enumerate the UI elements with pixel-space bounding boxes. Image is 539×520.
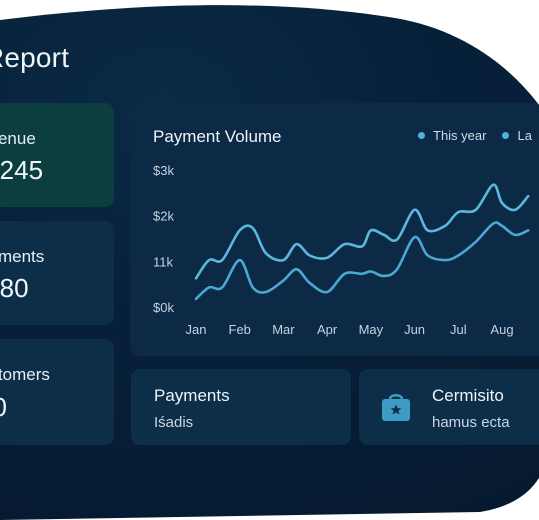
payment-volume-panel: Payment Volume This year La $3k $2k 11k $0k… — [130, 103, 539, 356]
x-tick-label: May — [359, 322, 384, 337]
payment-volume-chart: $3k $2k 11k $0k Jan Feb Mar Apr May Jun Jul Aug — [130, 103, 539, 356]
dashboard-window: nts Report evenue 7.245 ayments .580 ust… — [0, 0, 539, 520]
revenue-value: 7.245 — [0, 155, 44, 185]
customers-label: ustomers — [0, 365, 50, 384]
x-tick-label: Apr — [317, 322, 338, 337]
payments-summary-card[interactable]: Payments Iśadis — [131, 369, 351, 445]
payments-label: ayments — [0, 247, 45, 266]
page-title: nts Report — [4, 42, 70, 73]
x-tick-label: Mar — [272, 322, 295, 337]
y-tick-label: 11k — [153, 254, 173, 269]
revenue-label: evenue — [0, 129, 36, 148]
series-line-last-year[interactable] — [196, 222, 528, 298]
x-tick-label: Feb — [229, 322, 251, 337]
series-line-this-year[interactable] — [196, 185, 528, 279]
y-tick-label: $0k — [153, 300, 174, 315]
x-tick-label: Aug — [490, 322, 513, 337]
x-tick-label: Jan — [186, 322, 207, 337]
cermisito-title: Cermisito — [432, 386, 504, 405]
shopping-bag-icon — [379, 389, 413, 423]
payments-value: .580 — [0, 273, 29, 303]
cermisito-subtitle: hamus ecta — [432, 414, 510, 431]
revenue-card[interactable]: evenue 7.245 — [0, 103, 114, 207]
x-tick-label: Jun — [404, 322, 425, 337]
customers-value: 20 — [0, 392, 7, 423]
payments-summary-subtitle: Iśadis — [154, 414, 194, 431]
y-tick-label: $3k — [153, 163, 174, 178]
payments-summary-title: Payments — [154, 386, 230, 405]
y-tick-label: $2k — [153, 209, 174, 224]
customers-card[interactable]: ustomers 20 — [0, 339, 114, 445]
cermisito-card[interactable]: Cermisito hamus ecta — [359, 369, 539, 445]
payments-card[interactable]: ayments .580 — [0, 221, 114, 325]
x-tick-label: Jul — [450, 322, 467, 337]
